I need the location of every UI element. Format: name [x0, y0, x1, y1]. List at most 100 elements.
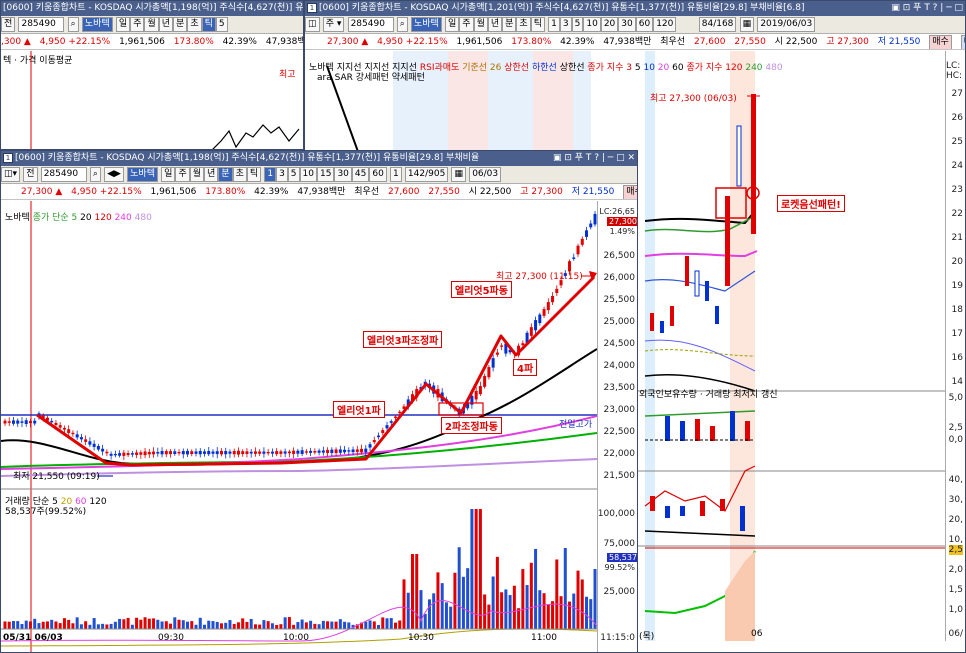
volume-bar [423, 613, 427, 629]
min-30[interactable]: 30 [618, 17, 636, 32]
volume-bar [576, 570, 580, 629]
candle [156, 452, 160, 454]
bid2: 27,550 [734, 37, 766, 47]
left-search-icon[interactable]: ⌕ [67, 17, 79, 32]
legend-ma2-label: 종가 지수 120 [686, 63, 743, 73]
front-nav-icon[interactable]: ◀▶ [104, 167, 124, 182]
volume-bar [50, 619, 54, 629]
front-period-tick[interactable]: 틱 [246, 167, 262, 182]
chart-tools-icon[interactable]: ▦ [739, 17, 755, 32]
left-back-toolbar: 전 285490 ⌕ 노바텍 일주월년분초틱5 [1, 16, 303, 34]
legend-ma: 10 [643, 63, 655, 73]
front-legend-ma-label: 종가 단순 5 [32, 213, 78, 223]
sell-button[interactable]: 매도 [960, 35, 965, 49]
left-turnover: 173.80% [173, 37, 214, 47]
buy-button[interactable]: 매수 [929, 35, 952, 49]
left-stock-name[interactable]: 노바텍 [81, 17, 113, 32]
volume-bar [79, 624, 83, 629]
volume-bar [88, 624, 92, 629]
front-stock-code-input[interactable]: 285490 [40, 167, 87, 182]
period-week[interactable]: 주 [459, 17, 474, 32]
candle [313, 450, 317, 453]
rocket-pattern-annotation: 로켓음선패턴! [777, 195, 845, 212]
min-1[interactable]: 1 [548, 17, 560, 32]
min-120[interactable]: 120 [653, 17, 677, 32]
menu-button[interactable]: ◫ [305, 17, 320, 32]
ratio-value: 42.39% [560, 37, 595, 47]
front-min-1[interactable]: 1 [264, 167, 277, 182]
front-window-titlebar[interactable]: 1 [0600] 키움종합차트 - KOSDAQ 시가총액[1,198(억)] … [1, 151, 637, 166]
front-date-input[interactable]: 06/03 [469, 167, 502, 182]
period-sec[interactable]: 초 [516, 17, 531, 32]
volume-bar [381, 617, 385, 629]
min-20[interactable]: 20 [600, 17, 619, 32]
front-prev-button[interactable]: 전 [23, 167, 38, 182]
front-min-30[interactable]: 30 [334, 167, 352, 182]
volume-bar [398, 620, 402, 629]
volume-bar [258, 624, 262, 629]
front-period-day[interactable]: 일 [161, 167, 176, 182]
front-chart-area[interactable]: 노바텍 종가 단순 5 20 120 240 480 최고 27,300 (11… [1, 201, 597, 652]
front-period-min[interactable]: 분 [218, 167, 233, 182]
period-year[interactable]: 년 [487, 17, 503, 32]
back-quote-bar: 27,300 ▲ 4,950 +22.15% 1,961,506 173.80%… [305, 34, 965, 50]
period-day[interactable]: 일 [445, 17, 460, 32]
volume-bar [585, 596, 589, 629]
front-window-controls[interactable]: ▣ ⊡ 푸 T ? | ─ □ ✕ [553, 151, 635, 166]
front-min-5[interactable]: 5 [287, 167, 300, 182]
front-period-year[interactable]: 년 [204, 167, 219, 182]
search-icon[interactable]: ⌕ [396, 17, 408, 32]
volume-bar [169, 623, 173, 629]
front-buy-button[interactable]: 매수 [623, 185, 637, 199]
volume-bar [266, 621, 270, 629]
front-period-month[interactable]: 월 [189, 167, 205, 182]
front-chart-tools-icon[interactable]: ▦ [451, 167, 466, 182]
front-min-60[interactable]: 60 [369, 167, 387, 182]
volume-bar [147, 618, 151, 629]
prev-button[interactable]: 주 ▾ [322, 17, 345, 32]
front-min-45[interactable]: 45 [351, 167, 370, 182]
time-label: 09:30 [158, 633, 184, 643]
min-60[interactable]: 60 [635, 17, 654, 32]
min-3[interactable]: 3 [559, 17, 572, 32]
left-period[interactable]: 일 [115, 17, 131, 32]
left-period[interactable]: 분 [173, 17, 188, 32]
front-min-10[interactable]: 10 [299, 167, 317, 182]
left-period[interactable]: 틱 [201, 17, 216, 32]
left-stock-code[interactable]: 285490 [18, 17, 65, 32]
period-month[interactable]: 월 [473, 17, 488, 32]
candle [585, 230, 589, 237]
front-unit-select[interactable]: 1 [389, 167, 402, 182]
stock-name-field[interactable]: 노바텍 [410, 17, 442, 32]
left-period[interactable]: 5 [215, 17, 228, 32]
candle [164, 451, 168, 455]
front-chart-window[interactable]: 1 [0600] 키움종합차트 - KOSDAQ 시가총액[1,198(억)] … [0, 150, 638, 653]
front-min-3[interactable]: 3 [276, 167, 288, 182]
left-period[interactable]: 초 [187, 17, 202, 32]
stock-code-input[interactable]: 285490 [347, 17, 394, 32]
volume-bar [75, 617, 79, 629]
volume-bar [551, 601, 555, 629]
front-stock-name[interactable]: 노바텍 [127, 167, 158, 182]
front-min-15[interactable]: 15 [316, 167, 335, 182]
front-period-week[interactable]: 주 [175, 167, 190, 182]
left-period[interactable]: 주 [130, 17, 145, 32]
candle [572, 257, 576, 259]
candle [300, 450, 304, 454]
left-back-window[interactable]: [0600] 키움종합차트 - KOSDAQ 시가총액[1,198(억)] 주식… [0, 0, 304, 150]
period-tick[interactable]: 틱 [530, 17, 545, 32]
date-input[interactable]: 2019/06/03 [757, 17, 816, 32]
period-min[interactable]: 분 [502, 17, 517, 32]
min-10[interactable]: 10 [583, 17, 601, 32]
front-period-sec[interactable]: 초 [232, 167, 247, 182]
min-5[interactable]: 5 [571, 17, 584, 32]
left-period[interactable]: 년 [158, 17, 174, 32]
front-search-icon[interactable]: ⌕ [89, 167, 101, 182]
back-window-titlebar[interactable]: 1 [0600] 키움종합차트 - KOSDAQ 시가총액[1,201(억)] … [305, 1, 965, 16]
left-period[interactable]: 월 [144, 17, 159, 32]
front-menu-button[interactable]: ◫▾ [1, 167, 21, 182]
left-back-titlebar[interactable]: [0600] 키움종합차트 - KOSDAQ 시가총액[1,198(억)] 주식… [1, 1, 303, 16]
volume-bar [28, 621, 32, 629]
left-prev-button[interactable]: 전 [1, 17, 16, 32]
window-controls[interactable]: ▣ ⊡ 푸 T ? | ─ □ [891, 1, 963, 16]
